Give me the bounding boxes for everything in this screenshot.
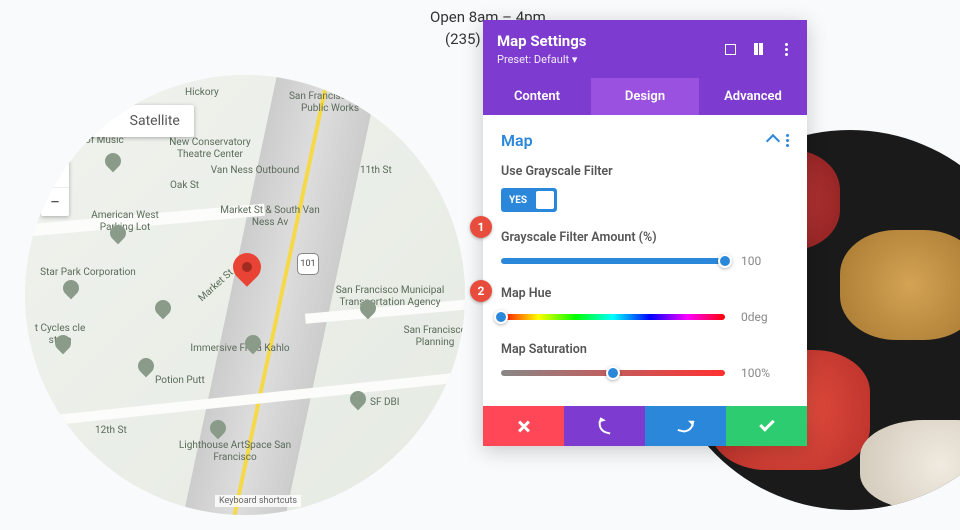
grayscale-amount-slider[interactable]: [501, 258, 725, 264]
map-label: San Francisco City Public Works: [275, 91, 385, 115]
dots-icon: [785, 43, 788, 56]
keyboard-shortcuts-link[interactable]: Keyboard shortcuts: [215, 495, 301, 507]
redo-icon: [677, 417, 694, 434]
preset-selector[interactable]: Preset: Default ▾: [497, 53, 586, 66]
grayscale-amount-value[interactable]: 100: [741, 254, 789, 268]
slider-thumb[interactable]: [718, 254, 732, 268]
map-label: Lighthouse ArtSpace San Francisco: [175, 440, 295, 464]
grayscale-label: Use Grayscale Filter: [501, 164, 789, 179]
annotation-2: 2: [470, 280, 492, 302]
map-type-satellite-button[interactable]: Satellite: [116, 105, 194, 137]
hue-value[interactable]: 0deg: [741, 310, 789, 324]
map-label: San Francisco Municipal Transportation A…: [325, 285, 455, 309]
tab-advanced[interactable]: Advanced: [699, 78, 807, 115]
map-label: Market St & South Van Ness Av: [215, 205, 325, 229]
layout-button[interactable]: [751, 42, 765, 56]
zoom-in-button[interactable]: +: [41, 160, 69, 188]
settings-panel: Map Settings Preset: Default ▾ Content D…: [483, 20, 807, 446]
expand-button[interactable]: [723, 42, 737, 56]
undo-icon: [596, 417, 613, 434]
grayscale-toggle[interactable]: YES: [501, 188, 557, 212]
undo-button[interactable]: [564, 406, 645, 446]
close-icon: [517, 419, 531, 433]
map-label: Hickory: [185, 87, 219, 99]
slider-thumb[interactable]: [494, 310, 508, 324]
map-marker[interactable]: [233, 253, 261, 291]
expand-icon: [725, 44, 736, 55]
collapse-section-button[interactable]: [766, 133, 780, 147]
more-button[interactable]: [779, 42, 793, 56]
panel-body: Map Use Grayscale Filter YES Grayscale F…: [483, 115, 807, 406]
map-container[interactable]: Hickory San Francisco City Public Works …: [25, 75, 465, 515]
hue-slider[interactable]: [501, 314, 725, 320]
close-button[interactable]: [483, 406, 564, 446]
check-icon: [759, 416, 775, 432]
map-label: 11th St: [360, 165, 392, 177]
panel-tabs: Content Design Advanced: [483, 78, 807, 115]
highway-badge: 101: [297, 253, 319, 275]
redo-button[interactable]: [645, 406, 726, 446]
map-label: Potion Putt: [155, 375, 205, 387]
map-label: 12th St: [95, 425, 127, 437]
map-label: Immersive Frida Kahlo: [180, 343, 300, 355]
map-marker-icon: [227, 247, 267, 287]
map-label: SF DBI: [370, 397, 399, 409]
toggle-knob: [536, 191, 554, 209]
grayscale-amount-label: Grayscale Filter Amount (%): [501, 230, 789, 245]
panel-footer: [483, 406, 807, 446]
saturation-slider[interactable]: [501, 370, 725, 376]
columns-icon: [754, 43, 763, 55]
fullscreen-icon: [435, 115, 449, 129]
zoom-out-button[interactable]: −: [41, 188, 69, 216]
fullscreen-button[interactable]: [425, 105, 459, 139]
map-type-switcher: Map Satellite: [60, 105, 194, 137]
section-title[interactable]: Map: [501, 131, 533, 150]
panel-header[interactable]: Map Settings Preset: Default ▾: [483, 20, 807, 78]
hue-label: Map Hue: [501, 286, 789, 301]
panel-title: Map Settings: [497, 32, 586, 50]
map-label: San Francisco Planning: [395, 325, 465, 349]
section-more-button[interactable]: [786, 134, 789, 147]
tab-content[interactable]: Content: [483, 78, 591, 115]
saturation-value[interactable]: 100%: [741, 366, 789, 380]
save-button[interactable]: [726, 406, 807, 446]
phone-prefix: (235): [445, 30, 481, 48]
saturation-label: Map Saturation: [501, 342, 789, 357]
toggle-yes-label: YES: [501, 195, 533, 206]
slider-thumb[interactable]: [606, 366, 620, 380]
map-type-map-button[interactable]: Map: [60, 105, 116, 137]
map-label: Van Ness Outbound: [200, 165, 310, 177]
map-label: Star Park Corporation: [33, 267, 143, 279]
tab-design[interactable]: Design: [591, 78, 699, 115]
map-label: New Conservatory Theatre Center: [155, 137, 265, 161]
zoom-controls: + −: [41, 160, 69, 216]
map-label: Oak St: [170, 180, 199, 192]
annotation-1: 1: [470, 216, 492, 238]
